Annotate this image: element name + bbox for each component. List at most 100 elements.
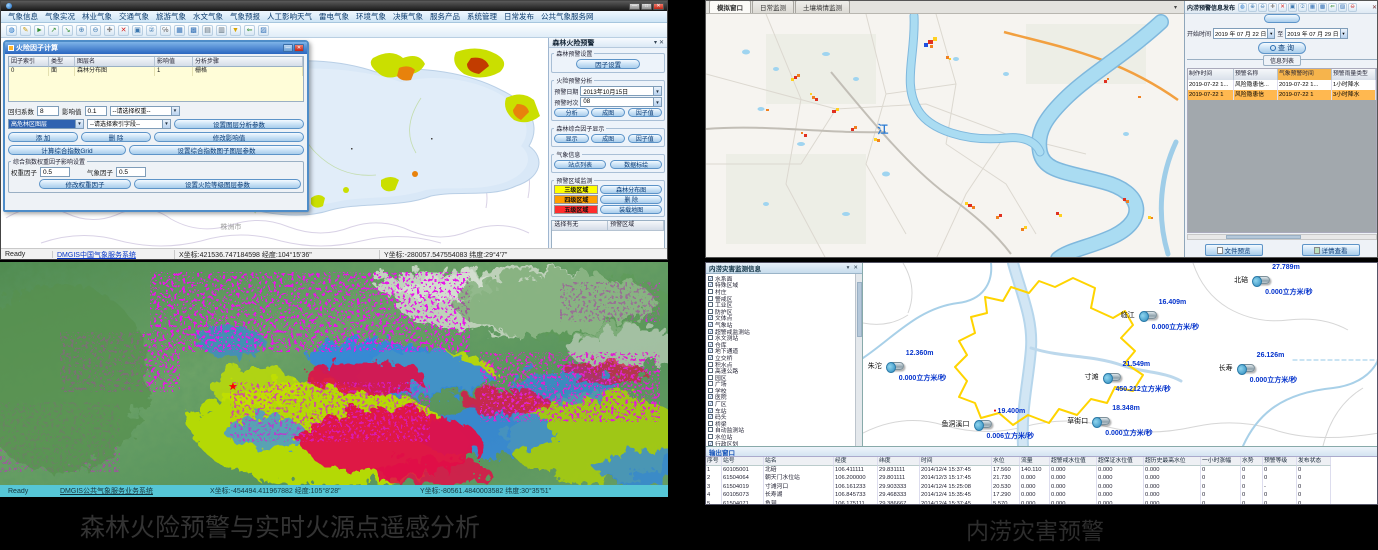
menu-item[interactable]: 林业气象	[82, 11, 112, 22]
list-column-header[interactable]: 预警区域	[608, 221, 664, 230]
layer-item[interactable]: 特殊区域	[708, 282, 862, 289]
layer-checkbox[interactable]	[708, 368, 713, 373]
stop-icon[interactable]: ✕	[1278, 3, 1287, 12]
column-header[interactable]: 影响值	[155, 57, 193, 67]
modify-weight-button[interactable]: 修改权重因子	[39, 179, 131, 189]
vertical-scrollbar[interactable]	[855, 274, 862, 446]
globe-icon[interactable]: ◍	[1238, 3, 1247, 12]
index-field-select[interactable]: --请选择索引字段--▼	[87, 119, 171, 129]
warning-record-row[interactable]: 2019-07-22 1风险隐患信2019-07-22 13小时降水admin	[1188, 90, 1376, 100]
weight-input[interactable]: 0.5	[40, 167, 70, 177]
set-fire-level-button[interactable]: 设置火险等级图层参数	[134, 179, 301, 189]
menu-item[interactable]: 人工影响天气	[267, 11, 312, 22]
column-header[interactable]: 图层名	[75, 57, 155, 67]
system-link[interactable]: DMGIS公共气象服务业务系统	[56, 486, 206, 496]
column-header[interactable]: 水位	[992, 457, 1020, 466]
station-data-row[interactable]: 361504019寸滩河口106.16123329.9033332014/12/…	[706, 483, 1378, 491]
menu-item[interactable]: 系统管理	[467, 11, 497, 22]
layer-checkbox[interactable]	[708, 388, 713, 393]
dual-view-icon[interactable]: ②	[1298, 3, 1307, 12]
layer-checkbox[interactable]	[708, 375, 713, 380]
weight-select[interactable]: --请选择权重--▼	[110, 106, 180, 116]
delete-button[interactable]: 删 除	[81, 132, 151, 142]
station-data-row[interactable]: 160105001北碚106.41111129.8311112014/12/4 …	[706, 466, 1378, 474]
calc-index-button[interactable]: 计算综合指数Grid	[8, 145, 126, 155]
table-row[interactable]: 0面森林分布图1栅格	[9, 67, 303, 76]
pan-ne-icon[interactable]: ↗	[48, 25, 59, 36]
chevron-down-icon[interactable]: ▾	[1174, 4, 1177, 11]
layer-item[interactable]: 水文测站	[708, 334, 862, 341]
layer-checkbox[interactable]	[708, 355, 713, 360]
warning-level-item[interactable]: 三级区域	[554, 185, 598, 194]
layer-checkbox[interactable]	[708, 296, 713, 301]
add-button[interactable]: 添 加	[8, 132, 78, 142]
layer-item[interactable]: 高速公路	[708, 367, 862, 374]
column-header[interactable]: 超保证水位值	[1097, 457, 1144, 466]
tab[interactable]: 日常监测	[752, 0, 794, 13]
impact-input[interactable]: 0.1	[85, 106, 107, 116]
pin-icon[interactable]: ▼	[230, 25, 241, 36]
warning-level-item[interactable]: 四级区域	[554, 195, 598, 204]
warning-level-item[interactable]: 五级区域	[554, 205, 598, 214]
station-data-row[interactable]: 561504071鱼洞106.17511129.3866672014/12/4 …	[706, 500, 1378, 505]
menu-item[interactable]: 服务产品	[430, 11, 460, 22]
layer-item[interactable]: 广场	[708, 381, 862, 388]
close-icon[interactable]: ✕	[659, 39, 664, 46]
maximize-button[interactable]: □	[641, 3, 652, 10]
menu-item[interactable]: 决策气象	[393, 11, 423, 22]
layer-checkbox[interactable]	[708, 441, 713, 446]
layer-checkbox[interactable]	[708, 315, 713, 320]
layer-checkbox[interactable]	[708, 394, 713, 399]
pan-hand-icon[interactable]: ✚	[1268, 3, 1277, 12]
tab[interactable]: 模拟窗口	[709, 0, 751, 13]
set-index-layer-button[interactable]: 设置综合指数图子图层参数	[129, 145, 304, 155]
pan-se-icon[interactable]: ↘	[62, 25, 73, 36]
back-icon[interactable]: ⇐	[244, 25, 255, 36]
close-button[interactable]: ✕	[653, 3, 664, 10]
column-header[interactable]: 经度	[834, 457, 878, 466]
menu-item[interactable]: 公共气象服务网	[541, 11, 594, 22]
column-header[interactable]: 发布状态	[1297, 457, 1331, 466]
fire-map-canvas[interactable]: 平江县长沙市株洲市 火险因子计算 — ✕ 因子索引类型图层名影响值分析步骤	[1, 38, 548, 248]
image-icon[interactable]: ▨	[1338, 3, 1347, 12]
layer-checkbox[interactable]	[708, 434, 713, 439]
column-header[interactable]: 预警雨量类型	[1332, 69, 1376, 80]
pan-hand-icon[interactable]: ✚	[104, 25, 115, 36]
station-data-row[interactable]: 460105073长寿湖106.84573329.4683332014/12/4…	[706, 491, 1378, 499]
detail-view-button[interactable]: 详情查看	[1302, 244, 1360, 256]
layer-checkbox[interactable]	[708, 421, 713, 426]
layer-checkbox[interactable]	[708, 302, 713, 307]
column-header[interactable]: 类型	[49, 57, 75, 67]
column-header[interactable]: 超警戒水位值	[1050, 457, 1097, 466]
regression-input[interactable]: 8	[37, 106, 59, 116]
menu-item[interactable]: 旅游气象	[156, 11, 186, 22]
region-list-body[interactable]	[552, 231, 664, 248]
minimize-button[interactable]: —	[629, 3, 640, 10]
image-icon[interactable]: ▨	[258, 25, 269, 36]
layer-item[interactable]: 学校	[708, 387, 862, 394]
region-action-button[interactable]: 装载地图	[600, 205, 662, 214]
layer-checkbox[interactable]	[708, 329, 713, 334]
station-data-row[interactable]: 261504064朝天门水位站106.20000029.8011112014/1…	[706, 474, 1378, 482]
close-icon[interactable]: ✕	[852, 265, 859, 271]
date-from-field[interactable]: 2019 年 07 月 22 日▼	[1213, 28, 1275, 39]
chevron-down-icon[interactable]: ▾	[846, 265, 851, 271]
layer-checkbox[interactable]	[708, 289, 713, 294]
layer-checkbox[interactable]	[708, 309, 713, 314]
tab[interactable]: 土壤墒情监测	[795, 0, 850, 13]
file-preview-button[interactable]: 文件预览	[1205, 244, 1263, 256]
flood-map-canvas[interactable]: 江	[706, 14, 1184, 258]
layer-item[interactable]: 车站	[708, 407, 862, 414]
layer-checkbox[interactable]	[708, 322, 713, 327]
weather-button[interactable]: 数据标绘	[610, 160, 662, 169]
list-column-header[interactable]: 选择有无	[552, 221, 608, 230]
export-icon[interactable]: ▥	[216, 25, 227, 36]
pin-icon[interactable]: ▾	[654, 39, 657, 46]
menu-item[interactable]: 日常发布	[504, 11, 534, 22]
layer-item[interactable]: 厂区	[708, 400, 862, 407]
scale-icon[interactable]: ℅	[160, 25, 171, 36]
print-icon[interactable]: ▤	[202, 25, 213, 36]
dual-view-icon[interactable]: ②	[146, 25, 157, 36]
column-header[interactable]: 预警名称	[1234, 69, 1278, 80]
layer-checkbox[interactable]	[708, 335, 713, 340]
